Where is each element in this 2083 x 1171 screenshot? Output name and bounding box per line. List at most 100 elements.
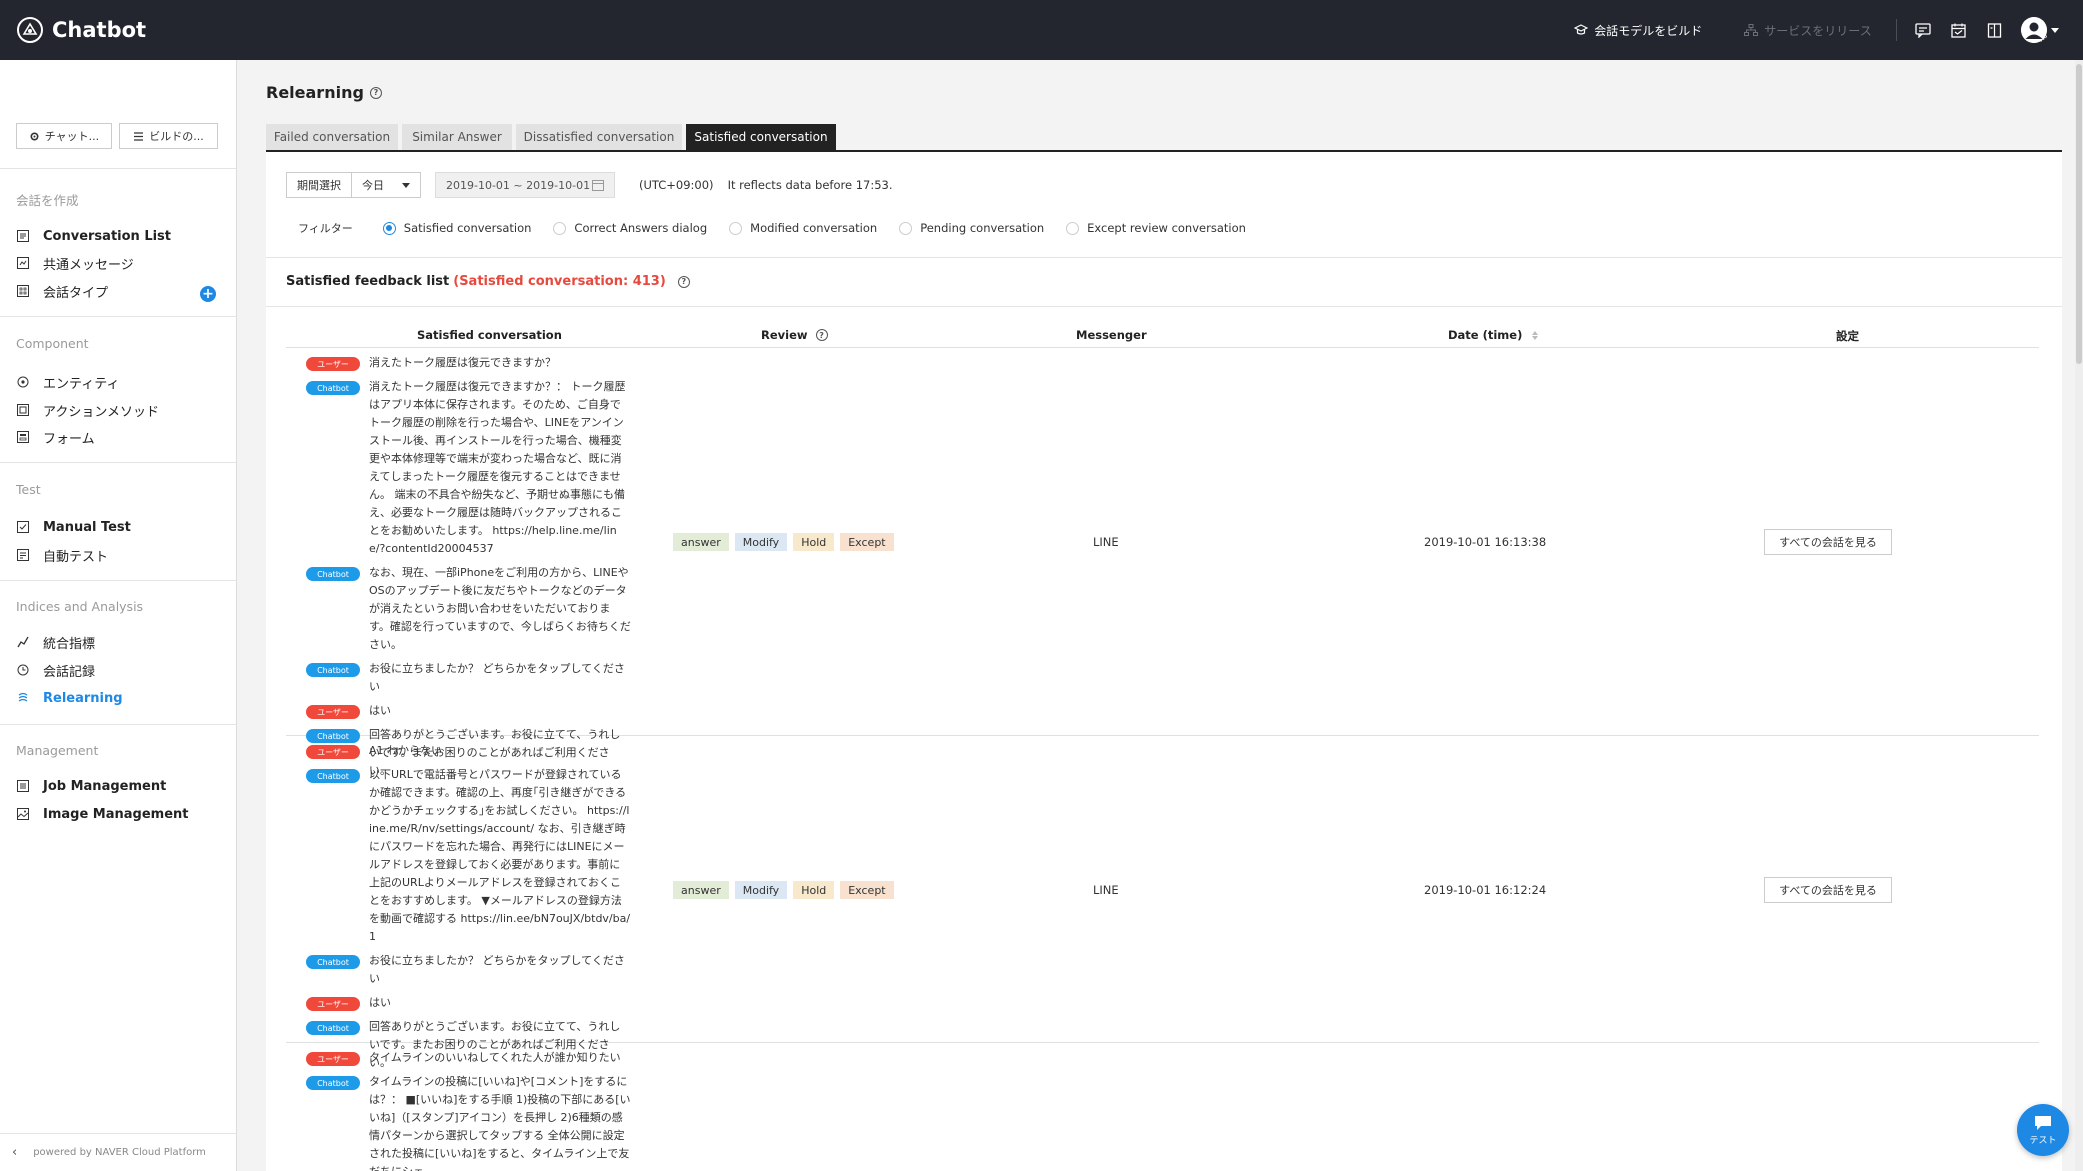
help-icon[interactable]: ? bbox=[369, 86, 382, 99]
sidebar-item-label: 会話タイプ bbox=[43, 285, 109, 301]
tab-similar-answer[interactable]: Similar Answer bbox=[402, 124, 512, 150]
sidebar-divider bbox=[0, 724, 237, 725]
column-header-date-label: Date (time) bbox=[1448, 328, 1523, 342]
filter-option-modified[interactable]: Modified conversation bbox=[729, 221, 877, 235]
filter-option-correct-answers[interactable]: Correct Answers dialog bbox=[553, 221, 707, 235]
release-service-label: サービスをリリース bbox=[1764, 23, 1872, 38]
tab-dissatisfied-conversation[interactable]: Dissatisfied conversation bbox=[516, 124, 682, 150]
help-icon[interactable]: ? bbox=[815, 329, 828, 341]
radio-selected-icon bbox=[382, 221, 396, 235]
sidebar-item-form[interactable]: フォーム bbox=[16, 427, 95, 447]
sidebar: チャット... ビルドの... 会話を作成 Conversation List … bbox=[0, 60, 237, 1171]
help-icon[interactable]: ? bbox=[677, 275, 690, 288]
calendar-icon[interactable] bbox=[1949, 20, 1969, 40]
sidebar-item-job-management[interactable]: Job Management bbox=[16, 776, 166, 796]
sidebar-item-auto-test[interactable]: 自動テスト bbox=[16, 545, 108, 565]
message: ユーザー はい bbox=[306, 704, 666, 720]
message-icon bbox=[16, 256, 30, 270]
sidebar-item-action-method[interactable]: アクションメソッド bbox=[16, 400, 159, 420]
table-row: ユーザー 消えたトーク履歴は復元できますか？ Chatbot 消えたトーク履歴は復元で… bbox=[286, 348, 2039, 777]
filter-option-pending[interactable]: Pending conversation bbox=[899, 221, 1044, 235]
date-cell: 2019-10-01 16:12:24 bbox=[1424, 883, 1547, 897]
sidebar-item-conversation-type[interactable]: 会話タイプ bbox=[16, 281, 108, 301]
period-filter: 期間選択 今日 2019-10-01 ~ 2019-10-01 (UTC+09:… bbox=[286, 172, 893, 198]
table-row: ユーザー タイムラインのいいねしてくれた人が誰か知りたい Chatbot タイムライン… bbox=[286, 1043, 2039, 1171]
review-modify-button[interactable]: Modify bbox=[734, 881, 788, 899]
filter-option-label: Pending conversation bbox=[920, 221, 1045, 235]
list-icon bbox=[16, 229, 30, 243]
sort-icon[interactable] bbox=[1532, 330, 1539, 340]
review-answer-button[interactable]: answer bbox=[673, 881, 729, 899]
sidebar-item-manual-test[interactable]: Manual Test bbox=[16, 517, 131, 537]
page-title: Relearning ? bbox=[266, 83, 382, 102]
filter-option-satisfied[interactable]: Satisfied conversation bbox=[382, 221, 531, 235]
section-title-analysis: Indices and Analysis bbox=[16, 599, 144, 614]
sidebar-divider bbox=[0, 168, 237, 169]
app-logo[interactable]: Chatbot bbox=[16, 16, 146, 44]
messenger-cell: LINE bbox=[1093, 883, 1119, 897]
app-name: Chatbot bbox=[52, 18, 147, 42]
date-cell: 2019-10-01 16:13:38 bbox=[1424, 535, 1547, 549]
chat-settings-button[interactable]: チャット... bbox=[16, 123, 112, 149]
review-modify-button[interactable]: Modify bbox=[734, 533, 788, 551]
radio-icon bbox=[899, 221, 913, 235]
top-bar: Chatbot 会話モデルをビルド サービスをリリース JP bbox=[0, 0, 2083, 60]
review-except-button[interactable]: Except bbox=[840, 533, 894, 551]
chevron-down-icon bbox=[402, 182, 410, 188]
column-header-conversation: Satisfied conversation bbox=[417, 328, 562, 342]
tab-failed-conversation[interactable]: Failed conversation bbox=[266, 124, 398, 150]
period-select-value: 今日 bbox=[362, 179, 384, 192]
message-text: はい bbox=[369, 996, 391, 1009]
view-all-conversation-button[interactable]: すべての会話を見る bbox=[1764, 877, 1892, 903]
column-header-date[interactable]: Date (time) bbox=[1448, 328, 1539, 342]
page-scrollbar[interactable] bbox=[2075, 60, 2083, 1171]
test-chat-button[interactable]: テスト bbox=[2017, 1104, 2069, 1156]
sidebar-item-label: Conversation List bbox=[43, 228, 172, 244]
list-icon bbox=[134, 131, 144, 141]
sidebar-item-entity[interactable]: エンティティ bbox=[16, 372, 119, 392]
filter-option-label: Correct Answers dialog bbox=[574, 221, 708, 235]
reflect-note: It reflects data before 17:53. bbox=[727, 178, 893, 192]
period-select[interactable]: 今日 bbox=[351, 172, 421, 198]
conversation-messages: ユーザー タイムラインのいいねしてくれた人が誰か知りたい Chatbot タイムライン… bbox=[286, 1043, 666, 1171]
form-icon bbox=[16, 430, 30, 444]
filter-option-except-review[interactable]: Except review conversation bbox=[1066, 221, 1246, 235]
message-text: なお、現在、一部iPhoneをご利用の方から、LINEやOSのアップデート後に友… bbox=[369, 566, 631, 651]
sidebar-item-conversation-list[interactable]: Conversation List bbox=[16, 226, 171, 246]
sidebar-item-common-message[interactable]: 共通メッセージ bbox=[16, 253, 134, 273]
sidebar-item-image-management[interactable]: Image Management bbox=[16, 804, 189, 824]
message-text: タイムラインの投稿に[いいね]や[コメント]をするには？： ■[いいね]をする手… bbox=[369, 1075, 631, 1171]
sidebar-item-label: 共通メッセージ bbox=[43, 257, 134, 273]
build-model-button[interactable]: 会話モデルをビルド bbox=[1574, 22, 1702, 39]
message: Chatbot タイムラインの投稿に[いいね]や[コメント]をするには？： ■[い… bbox=[306, 1075, 666, 1171]
guide-book-icon[interactable] bbox=[1985, 20, 2005, 40]
date-range-input[interactable]: 2019-10-01 ~ 2019-10-01 bbox=[435, 172, 615, 198]
user-avatar[interactable] bbox=[2020, 17, 2047, 43]
message-text: 消えたトーク履歴は復元できますか？： トーク履歴はアプリ本体に保存されます。その… bbox=[369, 380, 626, 555]
review-answer-button[interactable]: answer bbox=[673, 533, 729, 551]
date-range-value: 2019-10-01 ~ 2019-10-01 bbox=[446, 178, 591, 192]
review-hold-button[interactable]: Hold bbox=[793, 881, 835, 899]
scrollbar-thumb[interactable] bbox=[2076, 64, 2082, 364]
build-history-button[interactable]: ビルドの... bbox=[119, 123, 218, 149]
collapse-sidebar-icon[interactable]: ‹ bbox=[12, 1145, 17, 1160]
period-label: 期間選択 bbox=[286, 172, 351, 198]
release-service-button[interactable]: サービスをリリース bbox=[1744, 22, 1872, 39]
sidebar-item-conversation-log[interactable]: 会話記録 bbox=[16, 660, 95, 680]
sidebar-item-metrics[interactable]: 統合指標 bbox=[16, 632, 95, 652]
chevron-down-icon[interactable] bbox=[2051, 27, 2059, 33]
tab-satisfied-conversation[interactable]: Satisfied conversation bbox=[686, 124, 836, 150]
sidebar-item-relearning[interactable]: Relearning bbox=[16, 688, 123, 708]
gear-icon bbox=[30, 131, 39, 141]
review-except-button[interactable]: Except bbox=[840, 881, 894, 899]
view-all-conversation-button[interactable]: すべての会話を見る bbox=[1764, 529, 1892, 555]
user-badge: ユーザー bbox=[306, 1052, 360, 1066]
column-header-settings: 設定 bbox=[1836, 329, 1859, 343]
sidebar-item-label: 自動テスト bbox=[43, 549, 109, 565]
add-conversation-button[interactable]: + bbox=[200, 286, 216, 302]
topbar-divider bbox=[1895, 19, 1897, 41]
chat-icon[interactable] bbox=[1913, 20, 1933, 40]
chatbot-logo-icon bbox=[17, 17, 43, 43]
review-hold-button[interactable]: Hold bbox=[793, 533, 835, 551]
conversation-filter: フィルター Satisfied conversation Correct Ans… bbox=[298, 220, 1268, 236]
